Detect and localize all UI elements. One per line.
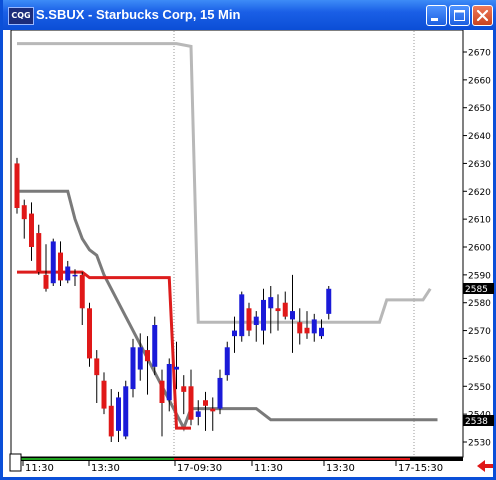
candle-down <box>108 405 114 437</box>
candle-up <box>72 274 78 277</box>
candle-down <box>36 233 42 273</box>
price-tick-label: 2590 <box>468 271 491 281</box>
price-tick-label: 2530 <box>468 439 491 449</box>
candle-up <box>116 397 121 431</box>
candle-down <box>297 322 303 334</box>
price-tick-label: 2650 <box>468 104 491 114</box>
candle-up <box>217 377 223 409</box>
price-tick-label: 2560 <box>468 355 491 365</box>
time-tick-label: 11:30 <box>254 463 283 474</box>
current-price-label: 2585 <box>465 285 488 295</box>
candle-up <box>224 347 230 376</box>
time-tick-label: 17-09:30 <box>177 463 222 474</box>
candle-down <box>87 308 92 359</box>
candle-up <box>137 347 143 370</box>
candle-up <box>326 288 332 314</box>
time-tick-label: 17-15:30 <box>398 463 443 474</box>
price-tick-label: 2600 <box>468 244 491 254</box>
time-axis[interactable]: 11:30 13:30 17-09:30 11:30 13:30 17-15:30 <box>22 461 443 474</box>
candle-down <box>282 302 288 317</box>
candle-down <box>58 252 63 281</box>
price-axis[interactable]: 2670 2660 2650 2640 2630 2620 2610 2600 2590 2580… <box>463 49 491 449</box>
candle-up <box>195 411 201 417</box>
title-bar[interactable]: CQG S.SBUX - Starbucks Corp, 15 Min <box>3 0 496 30</box>
candle-up <box>50 241 56 284</box>
candle-down <box>101 380 107 409</box>
candle-down <box>275 308 281 312</box>
scroll-right-arrow-icon[interactable] <box>477 460 493 472</box>
timeline-session-1 <box>11 458 174 460</box>
minimize-icon <box>431 18 438 21</box>
minimize-button[interactable] <box>426 5 447 26</box>
plot-area <box>10 30 464 458</box>
close-icon <box>476 9 489 22</box>
cqg-app-icon[interactable]: CQG <box>8 7 34 25</box>
window-title: S.SBUX - Starbucks Corp, 15 Min <box>36 7 241 22</box>
candle-down <box>246 308 252 331</box>
price-tick-label: 2610 <box>468 216 491 226</box>
candle-up <box>311 319 317 334</box>
candle-down <box>304 327 310 334</box>
candle-down <box>210 408 216 412</box>
candle-down <box>79 274 85 309</box>
price-tick-label: 2640 <box>468 132 491 142</box>
candle-up <box>268 297 274 309</box>
chart-window: CQG S.SBUX - Starbucks Corp, 15 Min 2670… <box>0 0 496 480</box>
time-tick-label: 13:30 <box>91 463 120 474</box>
candle-up <box>123 386 129 437</box>
candle-up <box>232 330 237 337</box>
candle-down <box>21 205 27 220</box>
price-tick-label: 2570 <box>468 327 491 337</box>
scroll-handle[interactable] <box>9 453 22 472</box>
candle-down <box>94 358 100 376</box>
price-tick-label: 2660 <box>468 76 491 86</box>
candle-down <box>14 163 20 208</box>
candle-down <box>145 350 150 362</box>
candle-up <box>152 325 158 367</box>
candle-up <box>290 311 295 320</box>
candlestick-chart[interactable]: 2670 2660 2650 2640 2630 2620 2610 2600 2590 2580… <box>3 30 496 477</box>
maximize-icon <box>454 10 465 21</box>
candle-up <box>319 327 324 337</box>
timeline-session-2 <box>174 458 410 460</box>
candle-up <box>261 299 266 331</box>
price-tick-label: 2620 <box>468 188 491 198</box>
price-tick-label: 2550 <box>468 383 491 393</box>
candle-down <box>159 380 165 403</box>
channel-low-label: 2538 <box>465 417 488 427</box>
time-tick-label: 13:30 <box>326 463 355 474</box>
candle-down <box>43 274 49 289</box>
price-tick-label: 2580 <box>468 299 491 309</box>
candle-up <box>166 364 172 401</box>
candle-up <box>65 266 71 281</box>
candle-up <box>239 294 245 337</box>
candle-up <box>130 347 136 390</box>
candle-down <box>203 400 208 406</box>
candle-down <box>188 386 194 420</box>
candle-down <box>181 386 187 392</box>
time-tick-label: 11:30 <box>25 463 54 474</box>
candle-down <box>29 213 34 247</box>
maximize-button[interactable] <box>449 5 470 26</box>
price-tick-label: 2670 <box>468 49 491 59</box>
candle-up <box>253 316 259 325</box>
candle-up <box>174 366 179 370</box>
close-button[interactable] <box>472 5 493 26</box>
price-tick-label: 2630 <box>468 160 491 170</box>
